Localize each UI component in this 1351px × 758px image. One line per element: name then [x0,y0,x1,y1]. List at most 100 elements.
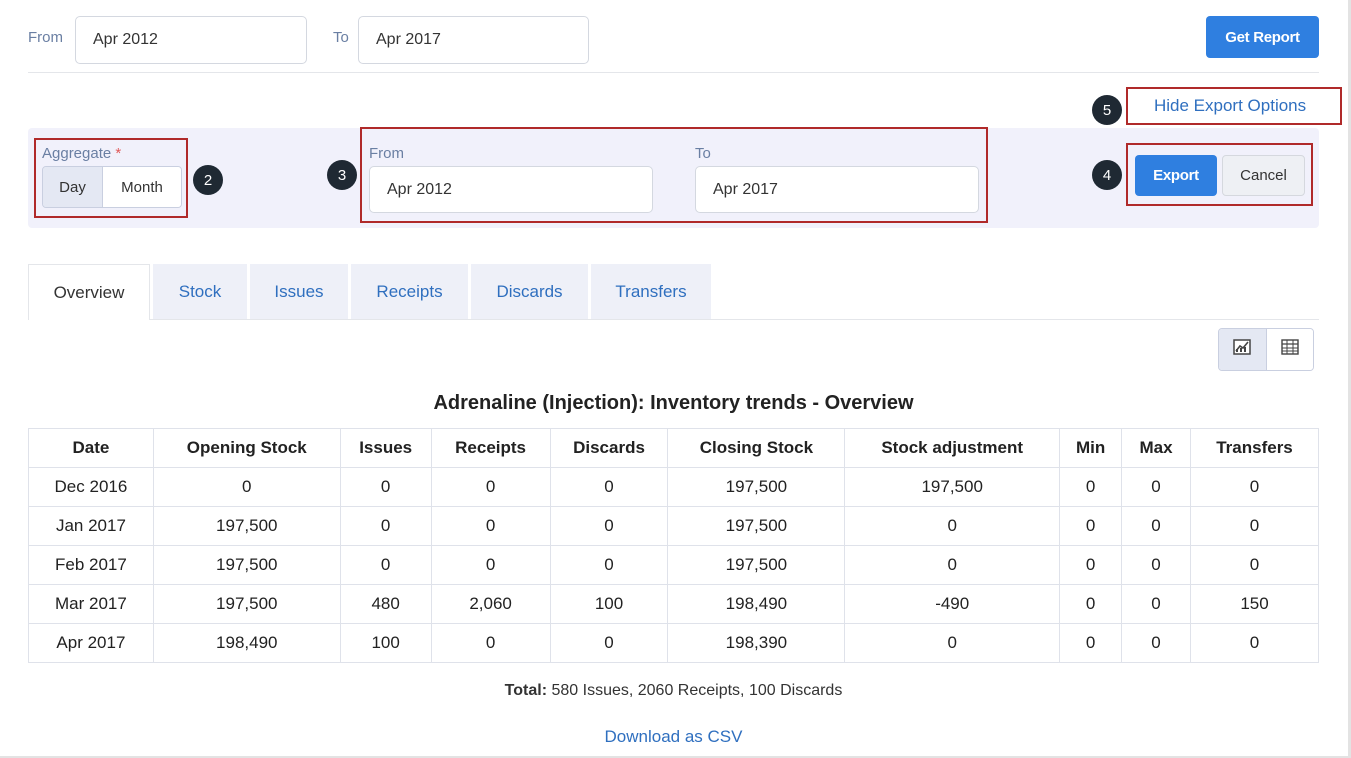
chart-view-button[interactable] [1219,329,1267,370]
table-cell: 0 [1059,467,1123,507]
tab-receipts[interactable]: Receipts [351,264,468,320]
table-cell: -490 [844,584,1061,624]
table-cell: 0 [339,545,432,585]
download-csv-link[interactable]: Download as CSV [28,727,1319,747]
column-header-max: Max [1121,428,1191,468]
export-to-date-value: Apr 2017 [713,180,778,198]
tab-underline [150,319,1319,320]
column-header-closing-stock: Closing Stock [667,428,846,468]
table-cell: 0 [549,467,669,507]
get-report-button[interactable]: Get Report [1206,16,1319,58]
table-cell: 0 [430,467,551,507]
table-cell: 150 [1190,584,1319,624]
tab-discards[interactable]: Discards [471,264,588,320]
tab-transfers[interactable]: Transfers [591,264,711,320]
table-cell: 197,500 [152,584,341,624]
table-icon [1281,339,1299,360]
totals-summary: Total: 580 Issues, 2060 Receipts, 100 Di… [28,682,1319,700]
report-title: Adrenaline (Injection): Inventory trends… [433,392,914,414]
aggregate-day-option[interactable]: Day [43,167,103,207]
table-cell: 0 [1121,506,1191,546]
table-cell: 198,490 [667,584,846,624]
table-cell: 0 [152,467,341,507]
table-row: Feb 2017 197,500 0 0 0 197,500 0 0 0 0 [28,545,1319,585]
table-cell: 0 [844,506,1061,546]
column-header-opening-stock: Opening Stock [152,428,341,468]
column-header-stock-adjustment: Stock adjustment [844,428,1061,468]
from-date-input[interactable]: Apr 2012 [75,16,307,64]
table-cell: 2,060 [430,584,551,624]
table-cell: 0 [1121,467,1191,507]
table-cell: Mar 2017 [28,584,154,624]
export-to-date-input[interactable]: Apr 2017 [695,166,979,213]
table-cell: 197,500 [667,467,846,507]
table-cell: Jan 2017 [28,506,154,546]
table-cell: 100 [549,584,669,624]
table-row: Apr 2017 198,490 100 0 0 198,390 0 0 0 0 [28,623,1319,663]
table-cell: 0 [339,506,432,546]
divider [28,72,1319,73]
column-header-receipts: Receipts [430,428,551,468]
to-date-input[interactable]: Apr 2017 [358,16,589,64]
table-row: Jan 2017 197,500 0 0 0 197,500 0 0 0 0 [28,506,1319,546]
table-cell: 0 [430,506,551,546]
report-tabs: Overview Stock Issues Receipts Discards … [28,264,714,320]
table-cell: Dec 2016 [28,467,154,507]
export-to-label: To [695,145,711,162]
aggregate-label: Aggregate * [42,145,122,162]
table-cell: 0 [1190,623,1319,663]
table-cell: 0 [549,506,669,546]
export-from-label: From [369,145,404,162]
hide-export-options-link[interactable]: Hide Export Options [1154,96,1306,116]
table-cell: 0 [1190,545,1319,585]
callout-badge-2: 2 [193,165,223,195]
column-header-issues: Issues [339,428,432,468]
table-cell: 197,500 [152,506,341,546]
callout-badge-4: 4 [1092,160,1122,190]
table-cell: 0 [1190,467,1319,507]
table-cell: 0 [1059,545,1123,585]
table-cell: 198,390 [667,623,846,663]
table-cell: 0 [430,545,551,585]
table-cell: 197,500 [844,467,1061,507]
table-cell: 0 [1059,584,1123,624]
column-header-date: Date [28,428,154,468]
inventory-table: Date Opening Stock Issues Receipts Disca… [28,428,1319,663]
table-cell: 0 [844,545,1061,585]
table-cell: 0 [339,467,432,507]
export-from-date-input[interactable]: Apr 2012 [369,166,653,213]
table-cell: 480 [339,584,432,624]
table-cell: 0 [549,545,669,585]
view-toggle [1218,328,1314,371]
table-cell: 0 [1121,584,1191,624]
export-from-date-value: Apr 2012 [387,180,452,198]
tab-overview[interactable]: Overview [28,264,150,320]
table-cell: 0 [1190,506,1319,546]
table-cell: 0 [430,623,551,663]
table-cell: 0 [549,623,669,663]
totals-text: 580 Issues, 2060 Receipts, 100 Discards [551,682,843,699]
callout-badge-5: 5 [1092,95,1122,125]
tab-stock[interactable]: Stock [153,264,247,320]
table-row: Dec 2016 0 0 0 0 197,500 197,500 0 0 0 [28,467,1319,507]
from-date-value: Apr 2012 [93,31,158,48]
aggregate-segmented-control: Day Month [42,166,182,208]
export-button[interactable]: Export [1135,155,1217,196]
required-mark: * [115,145,122,162]
column-header-min: Min [1059,428,1123,468]
table-cell: 198,490 [152,623,341,663]
cancel-button[interactable]: Cancel [1222,155,1305,196]
table-cell: 0 [844,623,1061,663]
table-cell: Apr 2017 [28,623,154,663]
table-view-button[interactable] [1266,329,1313,370]
table-cell: 197,500 [152,545,341,585]
chart-icon [1233,339,1251,360]
aggregate-month-option[interactable]: Month [103,167,181,207]
totals-label: Total: [504,682,548,699]
tab-issues[interactable]: Issues [250,264,348,320]
table-cell: 0 [1121,623,1191,663]
table-cell: 100 [339,623,432,663]
table-cell: 197,500 [667,506,846,546]
table-cell: 197,500 [667,545,846,585]
table-header-row: Date Opening Stock Issues Receipts Disca… [28,428,1319,468]
